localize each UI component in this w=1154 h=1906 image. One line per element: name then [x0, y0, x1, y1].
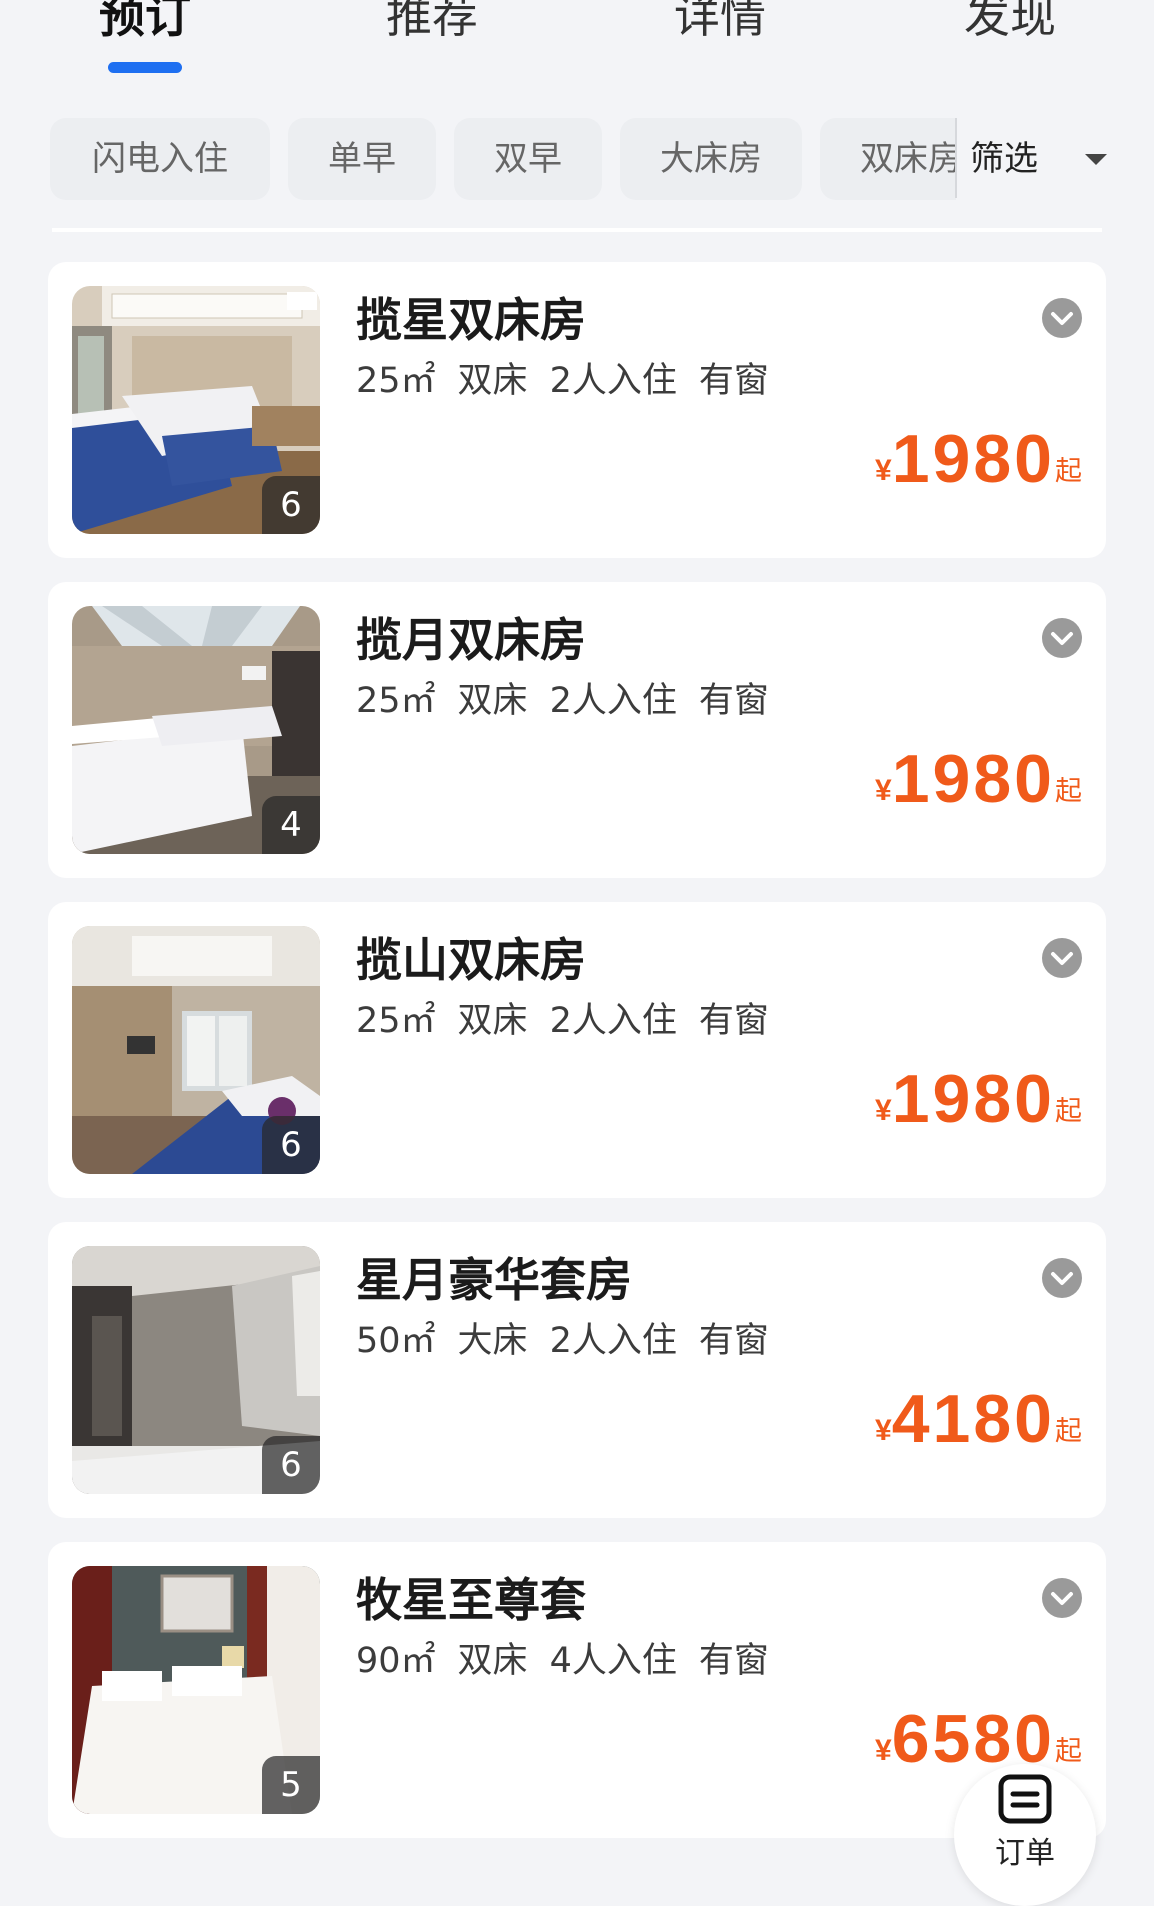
room-photo[interactable]: 5 — [72, 1566, 320, 1814]
room-card[interactable]: 6 揽山双床房 25㎡ 双床 2人入住 有窗 ¥1980起 — [48, 902, 1106, 1198]
price-suffix: 起 — [1055, 1096, 1082, 1127]
chip-double-breakfast[interactable]: 双早 — [454, 118, 602, 200]
room-meta: 25㎡ 双床 2人入住 有窗 — [356, 996, 791, 1046]
photo-count-badge: 6 — [262, 1436, 320, 1494]
room-price: ¥1980起 — [875, 420, 1082, 500]
divider — [52, 228, 1102, 232]
room-price: ¥1980起 — [875, 740, 1082, 820]
filter-chip-bar: 闪电入住 单早 双早 大床房 双床房 筛选 — [0, 118, 1154, 202]
order-button-label: 订单 — [995, 1836, 1055, 1871]
room-bed-type: 双床 — [457, 361, 528, 401]
room-window: 有窗 — [698, 1321, 769, 1361]
order-list-icon — [998, 1774, 1052, 1824]
room-photo[interactable]: 6 — [72, 1246, 320, 1494]
caret-down-icon[interactable] — [1085, 154, 1107, 165]
tab-booking[interactable]: 预订 — [65, 0, 225, 44]
tab-recommend[interactable]: 推荐 — [352, 0, 512, 44]
room-card[interactable]: 5 牧星至尊套 90㎡ 双床 4人入住 有窗 ¥6580起 — [48, 1542, 1106, 1838]
room-meta: 90㎡ 双床 4人入住 有窗 — [356, 1636, 791, 1686]
top-tab-bar: 预订 推荐 详情 发现 — [0, 0, 1154, 90]
chip-scroll-area: 闪电入住 单早 双早 大床房 双床房 — [0, 118, 956, 202]
photo-count-badge: 5 — [262, 1756, 320, 1814]
room-area: 25㎡ — [356, 1001, 436, 1041]
room-name: 牧星至尊套 — [356, 1573, 586, 1627]
price-value: 4180 — [891, 1381, 1055, 1457]
price-value: 1980 — [891, 1061, 1055, 1137]
room-meta: 50㎡ 大床 2人入住 有窗 — [356, 1316, 791, 1366]
price-currency: ¥ — [875, 1414, 892, 1447]
price-value: 1980 — [891, 421, 1055, 497]
chip-twin-bed[interactable]: 双床房 — [820, 118, 956, 200]
price-suffix: 起 — [1055, 456, 1082, 487]
room-name: 揽星双床房 — [356, 293, 586, 347]
room-price: ¥4180起 — [875, 1380, 1082, 1460]
filter-divider — [955, 118, 957, 198]
chevron-down-icon[interactable] — [1042, 1258, 1082, 1298]
room-bed-type: 双床 — [457, 1001, 528, 1041]
room-window: 有窗 — [698, 361, 769, 401]
room-meta: 25㎡ 双床 2人入住 有窗 — [356, 676, 791, 726]
price-suffix: 起 — [1055, 1736, 1082, 1767]
room-photo[interactable]: 4 — [72, 606, 320, 854]
photo-count-badge: 6 — [262, 1116, 320, 1174]
chip-single-breakfast[interactable]: 单早 — [288, 118, 436, 200]
price-suffix: 起 — [1055, 776, 1082, 807]
chevron-down-icon[interactable] — [1042, 938, 1082, 978]
price-suffix: 起 — [1055, 1416, 1082, 1447]
chevron-down-icon[interactable] — [1042, 1578, 1082, 1618]
room-name: 揽山双床房 — [356, 933, 586, 987]
chevron-down-icon[interactable] — [1042, 298, 1082, 338]
room-area: 25㎡ — [356, 361, 436, 401]
room-bed-type: 大床 — [457, 1321, 528, 1361]
room-occupancy: 4人入住 — [549, 1641, 677, 1681]
tab-details[interactable]: 详情 — [640, 0, 800, 44]
chip-king-bed[interactable]: 大床房 — [620, 118, 802, 200]
room-card[interactable]: 6 揽星双床房 25㎡ 双床 2人入住 有窗 ¥1980起 — [48, 262, 1106, 558]
room-window: 有窗 — [698, 681, 769, 721]
room-occupancy: 2人入住 — [549, 1321, 677, 1361]
room-meta: 25㎡ 双床 2人入住 有窗 — [356, 356, 791, 406]
room-name: 揽月双床房 — [356, 613, 586, 667]
price-value: 1980 — [891, 741, 1055, 817]
room-area: 25㎡ — [356, 681, 436, 721]
active-tab-indicator — [108, 62, 182, 73]
price-currency: ¥ — [875, 454, 892, 487]
room-card[interactable]: 4 揽月双床房 25㎡ 双床 2人入住 有窗 ¥1980起 — [48, 582, 1106, 878]
room-photo[interactable]: 6 — [72, 926, 320, 1174]
chip-instant-checkin[interactable]: 闪电入住 — [50, 118, 270, 200]
order-button[interactable]: 订单 — [954, 1764, 1096, 1906]
price-currency: ¥ — [875, 1734, 892, 1767]
room-bed-type: 双床 — [457, 1641, 528, 1681]
price-currency: ¥ — [875, 1094, 892, 1127]
tab-discover[interactable]: 发现 — [930, 0, 1090, 44]
room-bed-type: 双床 — [457, 681, 528, 721]
room-window: 有窗 — [698, 1001, 769, 1041]
room-occupancy: 2人入住 — [549, 681, 677, 721]
room-window: 有窗 — [698, 1641, 769, 1681]
filter-button-label: 筛选 — [970, 139, 1038, 179]
room-price: ¥1980起 — [875, 1060, 1082, 1140]
photo-count-badge: 4 — [262, 796, 320, 854]
room-area: 90㎡ — [356, 1641, 436, 1681]
room-occupancy: 2人入住 — [549, 361, 677, 401]
room-occupancy: 2人入住 — [549, 1001, 677, 1041]
price-currency: ¥ — [875, 774, 892, 807]
room-name: 星月豪华套房 — [356, 1253, 632, 1307]
photo-count-badge: 6 — [262, 476, 320, 534]
room-photo[interactable]: 6 — [72, 286, 320, 534]
chevron-down-icon[interactable] — [1042, 618, 1082, 658]
room-card[interactable]: 6 星月豪华套房 50㎡ 大床 2人入住 有窗 ¥4180起 — [48, 1222, 1106, 1518]
room-area: 50㎡ — [356, 1321, 436, 1361]
